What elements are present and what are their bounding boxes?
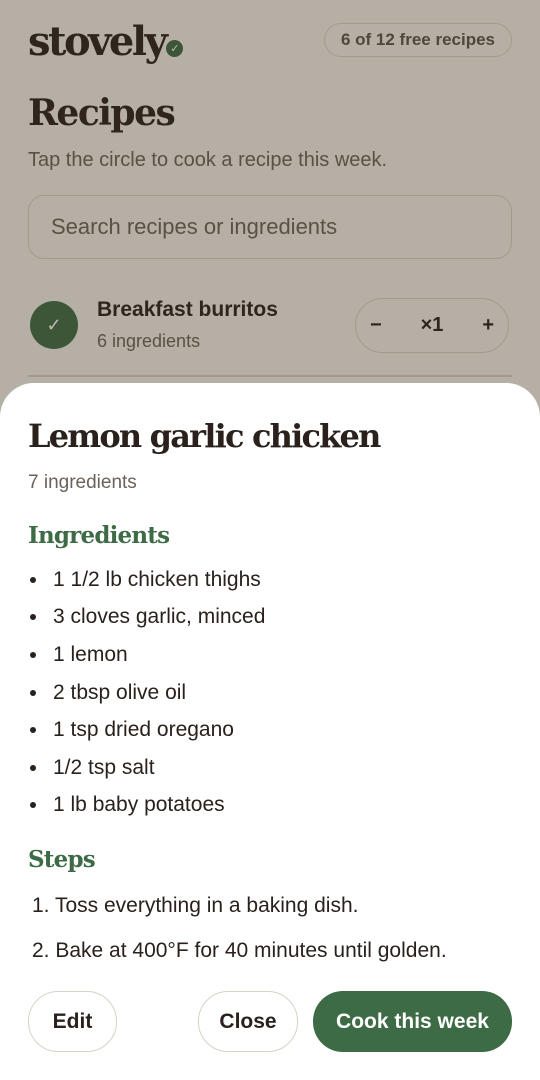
sheet-title: Lemon garlic chicken (28, 417, 381, 455)
cook-this-week-button[interactable]: Cook this week (313, 991, 512, 1052)
ingredient-text: 2 tbsp olive oil (53, 680, 187, 704)
edit-button[interactable]: Edit (28, 991, 117, 1052)
bullet-icon (30, 651, 36, 658)
sheet-subtitle: 7 ingredients (28, 472, 137, 493)
ingredient-text: 1 tsp dried oregano (53, 718, 234, 742)
bullet-icon (30, 764, 36, 771)
list-item: 1 1/2 lb chicken thighs (28, 561, 265, 599)
ingredient-text: 1 1/2 lb chicken thighs (53, 567, 261, 591)
step-item: 1. Toss everything in a baking dish. (32, 893, 359, 917)
list-item: 2 tbsp olive oil (28, 674, 265, 712)
list-item: 1 tsp dried oregano (28, 711, 265, 749)
bullet-icon (30, 614, 36, 621)
step-item: 2. Bake at 400°F for 40 minutes until go… (32, 938, 447, 962)
list-item: 1/2 tsp salt (28, 749, 265, 787)
recipe-sheet: Lemon garlic chicken 7 ingredients Ingre… (0, 383, 540, 1080)
ingredient-text: 1 lb baby potatoes (53, 793, 225, 817)
close-button[interactable]: Close (198, 991, 298, 1052)
bullet-icon (30, 802, 36, 809)
ingredient-text: 1/2 tsp salt (53, 755, 155, 779)
bullet-icon (30, 727, 36, 734)
bullet-icon (30, 689, 36, 696)
bullet-icon (30, 576, 36, 583)
list-item: 1 lemon (28, 636, 265, 674)
list-item: 1 lb baby potatoes (28, 787, 265, 825)
ingredient-text: 1 lemon (53, 642, 128, 666)
list-item: 3 cloves garlic, minced (28, 599, 265, 637)
steps-heading: Steps (28, 846, 96, 873)
ingredients-heading: Ingredients (28, 522, 170, 549)
steps-list: 1. Toss everything in a baking dish. 2. … (32, 883, 447, 973)
ingredient-text: 3 cloves garlic, minced (53, 605, 266, 629)
ingredients-list: 1 1/2 lb chicken thighs 3 cloves garlic,… (28, 561, 265, 824)
